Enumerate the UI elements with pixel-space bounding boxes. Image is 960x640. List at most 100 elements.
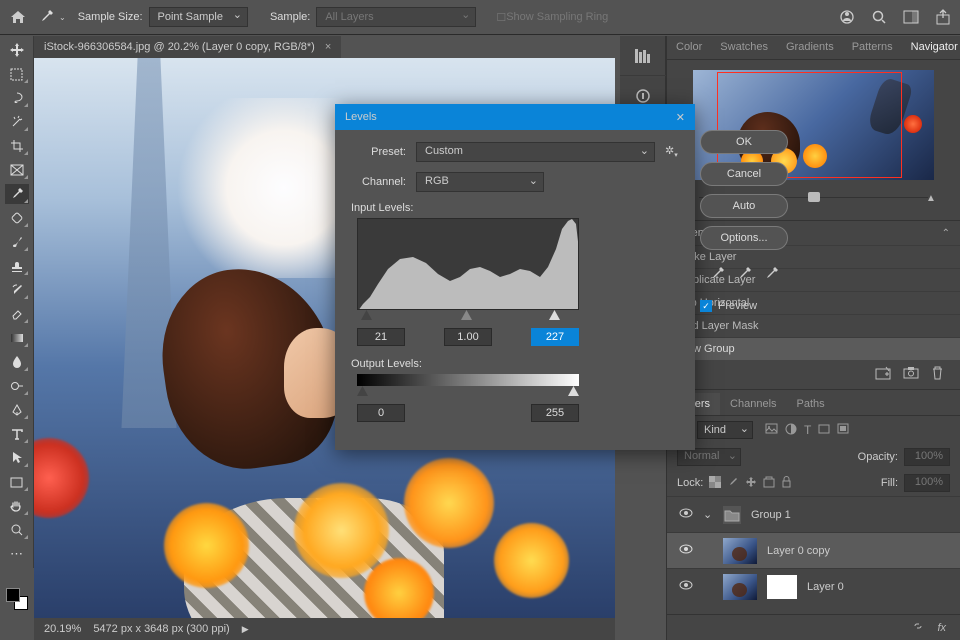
search-icon[interactable] <box>870 8 888 26</box>
tab-patterns[interactable]: Patterns <box>843 36 902 59</box>
right-panel-tabs: Color Swatches Gradients Patterns Naviga… <box>667 36 960 60</box>
layer-thumbnail[interactable] <box>723 538 757 564</box>
pen-tool[interactable] <box>5 400 29 420</box>
preset-combo[interactable]: Custom <box>416 142 655 162</box>
eyedropper-tool-icon[interactable] <box>36 7 56 27</box>
layer-row[interactable]: Layer 0 copy <box>667 532 960 568</box>
filter-pixel-icon[interactable] <box>765 423 778 438</box>
share-icon[interactable] <box>934 8 952 26</box>
hand-tool[interactable] <box>5 496 29 516</box>
layer-name[interactable]: Layer 0 copy <box>767 545 830 557</box>
layer-kind-combo[interactable]: Kind <box>697 421 753 439</box>
dodge-tool[interactable] <box>5 376 29 396</box>
lock-position-icon[interactable] <box>745 476 757 491</box>
brush-tool[interactable] <box>5 232 29 252</box>
layer-row[interactable]: Layer 0 <box>667 568 960 604</box>
preview-checkbox[interactable]: ✓ <box>700 300 712 312</box>
path-select-tool[interactable] <box>5 448 29 468</box>
tool-preset-dropdown[interactable]: ⌄ <box>59 13 66 22</box>
shape-tool[interactable] <box>5 472 29 492</box>
zoom-in-icon[interactable]: ▲ <box>926 193 940 203</box>
lock-all-icon[interactable] <box>781 476 792 491</box>
visibility-icon[interactable] <box>679 508 693 521</box>
camera-icon[interactable] <box>903 366 919 383</box>
preset-menu-icon[interactable]: ✲▾ <box>665 144 679 159</box>
tab-navigator[interactable]: Navigator <box>902 36 960 59</box>
expand-icon[interactable]: ⌄ <box>703 508 713 521</box>
sample-size-label: Sample Size: <box>78 11 143 23</box>
new-snapshot-icon[interactable] <box>875 366 891 383</box>
link-layers-icon[interactable] <box>911 620 925 635</box>
history-brush-tool[interactable] <box>5 280 29 300</box>
fill-value: 100% <box>904 474 950 492</box>
auto-button[interactable]: Auto <box>700 194 788 218</box>
more-tools[interactable]: ⋯ <box>5 544 29 564</box>
input-shadow[interactable] <box>357 328 405 346</box>
channel-combo[interactable]: RGB <box>416 172 544 192</box>
workspace-icon[interactable] <box>902 8 920 26</box>
lock-brush-icon[interactable] <box>727 476 739 491</box>
sample-size-combo[interactable]: Point Sample <box>149 7 248 27</box>
crop-tool[interactable] <box>5 136 29 156</box>
status-menu-arrow[interactable]: ▶ <box>242 624 249 635</box>
type-tool[interactable] <box>5 424 29 444</box>
filter-smart-icon[interactable] <box>837 423 849 438</box>
close-icon[interactable]: ✕ <box>676 111 685 124</box>
frame-tool[interactable] <box>5 160 29 180</box>
collapsed-panel-icon[interactable] <box>620 36 666 76</box>
wand-tool[interactable] <box>5 112 29 132</box>
output-low[interactable] <box>357 404 405 422</box>
document-tab[interactable]: iStock-966306584.jpg @ 20.2% (Layer 0 co… <box>34 36 341 58</box>
eyedropper-tool[interactable] <box>5 184 29 204</box>
levels-dialog: Levels ✕ Preset: Custom ✲▾ Channel: RGB … <box>335 104 695 450</box>
layer-name[interactable]: Layer 0 <box>807 581 844 593</box>
layer-row-group[interactable]: ⌄ Group 1 <box>667 496 960 532</box>
cloud-docs-icon[interactable] <box>838 8 856 26</box>
cancel-button[interactable]: Cancel <box>700 162 788 186</box>
zoom-tool[interactable] <box>5 520 29 540</box>
visibility-icon[interactable] <box>679 544 693 557</box>
lasso-tool[interactable] <box>5 88 29 108</box>
eyedropper-black-icon[interactable] <box>710 266 725 284</box>
move-tool[interactable] <box>5 40 29 60</box>
tab-gradients[interactable]: Gradients <box>777 36 843 59</box>
gradient-tool[interactable] <box>5 328 29 348</box>
tab-swatches[interactable]: Swatches <box>711 36 777 59</box>
sample-combo: All Layers <box>316 7 476 27</box>
options-button[interactable]: Options... <box>700 226 788 250</box>
input-highlight[interactable] <box>531 328 579 346</box>
tab-paths[interactable]: Paths <box>787 393 835 415</box>
output-high[interactable] <box>531 404 579 422</box>
tab-channels[interactable]: Channels <box>720 393 786 415</box>
layer-mask-thumbnail[interactable] <box>767 575 797 599</box>
lock-transparency-icon[interactable] <box>709 476 721 491</box>
output-sliders[interactable] <box>357 386 579 398</box>
eyedropper-gray-icon[interactable] <box>737 266 752 284</box>
home-icon[interactable] <box>8 7 28 27</box>
fx-icon[interactable]: fx <box>937 622 946 634</box>
close-tab-icon[interactable]: × <box>325 41 331 53</box>
history-item[interactable]: Add Layer Mask <box>667 314 960 337</box>
filter-adjust-icon[interactable] <box>785 423 797 438</box>
filter-type-icon[interactable]: T <box>804 423 811 438</box>
color-swatches[interactable] <box>6 588 28 610</box>
visibility-icon[interactable] <box>679 580 693 593</box>
layer-thumbnail[interactable] <box>723 574 757 600</box>
blur-tool[interactable] <box>5 352 29 372</box>
zoom-level[interactable]: 20.19% <box>44 623 81 635</box>
filter-shape-icon[interactable] <box>818 423 830 438</box>
marquee-tool[interactable] <box>5 64 29 84</box>
tab-color[interactable]: Color <box>667 36 711 59</box>
healing-tool[interactable] <box>5 208 29 228</box>
history-item[interactable]: New Group <box>667 337 960 360</box>
stamp-tool[interactable] <box>5 256 29 276</box>
input-mid[interactable] <box>444 328 492 346</box>
lock-nest-icon[interactable] <box>763 476 775 491</box>
input-sliders[interactable] <box>357 310 579 322</box>
ok-button[interactable]: OK <box>700 130 788 154</box>
output-levels-label: Output Levels: <box>351 358 679 370</box>
eyedropper-white-icon[interactable] <box>764 266 779 284</box>
trash-icon[interactable] <box>931 366 944 383</box>
layer-name[interactable]: Group 1 <box>751 509 791 521</box>
eraser-tool[interactable] <box>5 304 29 324</box>
